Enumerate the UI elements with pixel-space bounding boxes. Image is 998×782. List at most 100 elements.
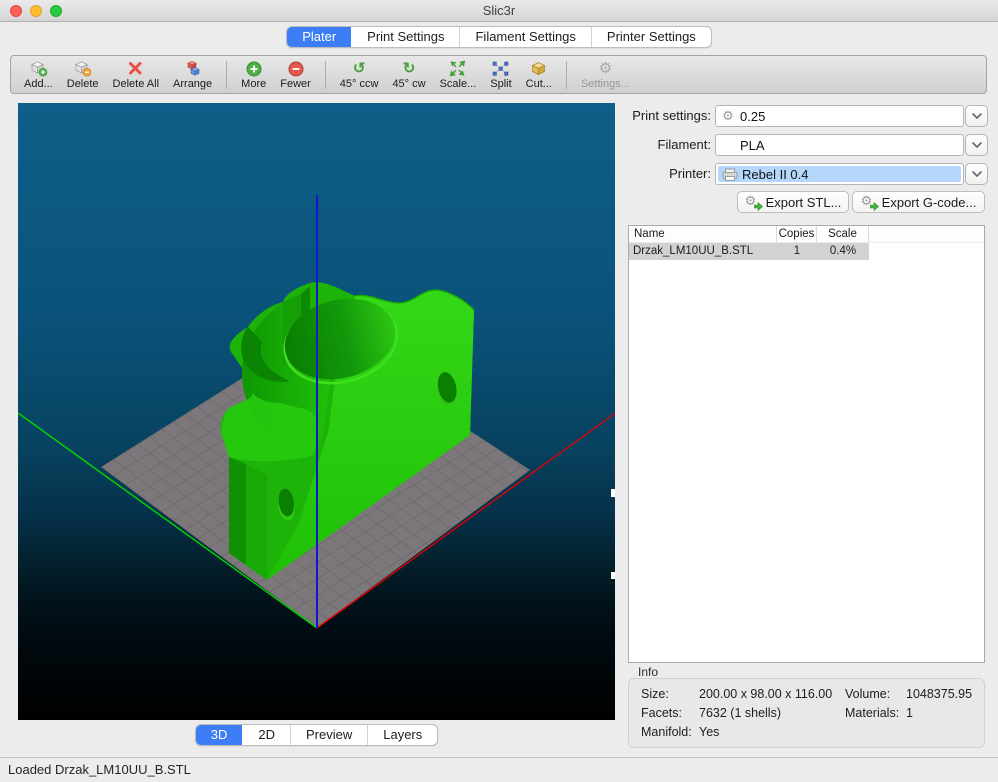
print-settings-label: Print settings: <box>600 105 711 127</box>
object-name-cell: Drzak_LM10UU_B.STL <box>629 243 777 260</box>
more-button-label: More <box>241 78 266 90</box>
rotate-ccw-button[interactable]: ↺ 45° ccw <box>333 57 386 93</box>
view-tab-preview[interactable]: Preview <box>290 725 367 745</box>
delete-all-button[interactable]: Delete All <box>106 57 166 93</box>
gear-icon: ⚙ <box>716 108 740 124</box>
delete-button-label: Delete <box>67 78 99 90</box>
split-button[interactable]: Split <box>483 57 518 93</box>
arrange-button[interactable]: Arrange <box>166 57 219 93</box>
column-header-name[interactable]: Name <box>629 226 777 242</box>
info-box: Size: 200.00 x 98.00 x 116.00 Volume: 10… <box>628 678 985 748</box>
settings-button-label: Settings... <box>581 78 630 90</box>
delete-all-button-label: Delete All <box>113 78 159 90</box>
tab-plater[interactable]: Plater <box>287 27 351 47</box>
axis-tick-mark <box>611 489 615 497</box>
object-copies-cell: 1 <box>777 243 817 260</box>
view-tab-2d[interactable]: 2D <box>242 725 290 745</box>
chevron-down-icon <box>972 142 982 148</box>
export-stl-icon: ⚙ <box>745 195 761 210</box>
add-object-icon <box>29 60 48 78</box>
column-header-scale[interactable]: Scale <box>817 226 869 242</box>
tab-printer-settings[interactable]: Printer Settings <box>591 27 711 47</box>
printer-label: Printer: <box>600 163 711 185</box>
manifold-label: Manifold: <box>641 725 692 739</box>
printer-selection-highlight: Rebel II 0.4 <box>718 166 961 182</box>
scale-button[interactable]: Scale... <box>433 57 484 93</box>
add-button[interactable]: Add... <box>17 57 60 93</box>
size-label: Size: <box>641 687 669 701</box>
zoom-window-button[interactable] <box>50 5 62 17</box>
3d-viewport-canvas[interactable] <box>18 103 615 720</box>
split-icon <box>491 60 510 78</box>
chevron-down-icon <box>972 171 982 177</box>
export-gcode-label: Export G-code... <box>882 195 977 210</box>
plater-toolbar: Add... Delete Delete All Arrange More Fe… <box>10 55 987 94</box>
window-title: Slic3r <box>0 0 998 22</box>
cut-icon <box>529 60 548 78</box>
scale-icon <box>448 60 467 78</box>
materials-value: 1 <box>906 706 913 720</box>
settings-button[interactable]: ⚙ Settings... <box>574 57 637 93</box>
facets-label: Facets: <box>641 706 682 720</box>
filament-combobox[interactable]: PLA <box>715 134 964 156</box>
export-gcode-button[interactable]: ⚙ Export G-code... <box>852 191 985 213</box>
rotate-ccw-label: 45° ccw <box>340 78 379 90</box>
delete-object-icon <box>73 60 92 78</box>
tab-filament-settings[interactable]: Filament Settings <box>459 27 590 47</box>
more-button[interactable]: More <box>234 57 273 93</box>
print-settings-value: 0.25 <box>740 109 765 124</box>
delete-all-icon <box>126 60 145 78</box>
export-stl-label: Export STL... <box>766 195 842 210</box>
titlebar: Slic3r <box>0 0 998 22</box>
axis-tick-mark <box>611 572 615 579</box>
delete-button[interactable]: Delete <box>60 57 106 93</box>
column-header-copies[interactable]: Copies <box>777 226 817 242</box>
filament-dropdown-button[interactable] <box>965 134 988 156</box>
print-settings-combobox[interactable]: ⚙ 0.25 <box>715 105 964 127</box>
toolbar-separator <box>226 61 227 89</box>
arrange-icon <box>183 60 202 78</box>
export-stl-button[interactable]: ⚙ Export STL... <box>737 191 849 213</box>
facets-value: 7632 (1 shells) <box>699 706 781 720</box>
toolbar-separator <box>566 61 567 89</box>
table-row[interactable]: Drzak_LM10UU_B.STL 1 0.4% <box>629 243 869 260</box>
fewer-copies-icon <box>287 60 305 78</box>
view-mode-tabs: 3D 2D Preview Layers <box>18 724 615 746</box>
cut-button-label: Cut... <box>526 78 552 90</box>
rotate-cw-label: 45° cw <box>392 78 425 90</box>
object-list-table: Name Copies Scale Drzak_LM10UU_B.STL 1 0… <box>628 225 985 663</box>
settings-gear-icon: ⚙ <box>599 60 612 78</box>
status-bar: Loaded Drzak_LM10UU_B.STL <box>0 757 998 782</box>
main-tabs: Plater Print Settings Filament Settings … <box>0 26 998 48</box>
toolbar-separator <box>325 61 326 89</box>
printer-value: Rebel II 0.4 <box>742 167 809 182</box>
volume-value: 1048375.95 <box>906 687 972 701</box>
cut-button[interactable]: Cut... <box>519 57 559 93</box>
scale-button-label: Scale... <box>440 78 477 90</box>
rotate-cw-button[interactable]: ↻ 45° cw <box>385 57 432 93</box>
window-controls <box>10 5 62 17</box>
info-section-title: Info <box>638 665 658 679</box>
minimize-window-button[interactable] <box>30 5 42 17</box>
add-button-label: Add... <box>24 78 53 90</box>
status-message: Loaded Drzak_LM10UU_B.STL <box>8 762 191 777</box>
close-window-button[interactable] <box>10 5 22 17</box>
arrange-button-label: Arrange <box>173 78 212 90</box>
print-settings-dropdown-button[interactable] <box>965 105 988 127</box>
chevron-down-icon <box>972 113 982 119</box>
rotate-ccw-icon: ↺ <box>353 60 366 78</box>
3d-scene <box>18 103 615 720</box>
rotate-cw-icon: ↻ <box>403 60 416 78</box>
printer-combobox[interactable]: Rebel II 0.4 <box>715 163 964 185</box>
printer-dropdown-button[interactable] <box>965 163 988 185</box>
fewer-button[interactable]: Fewer <box>273 57 318 93</box>
filament-value: PLA <box>740 138 765 153</box>
export-gcode-icon: ⚙ <box>861 195 877 210</box>
split-button-label: Split <box>490 78 511 90</box>
tab-print-settings[interactable]: Print Settings <box>351 27 459 47</box>
filament-label: Filament: <box>600 134 711 156</box>
view-tab-3d[interactable]: 3D <box>196 725 243 745</box>
view-tab-layers[interactable]: Layers <box>367 725 437 745</box>
object-scale-cell: 0.4% <box>817 243 869 260</box>
volume-label: Volume: <box>845 687 890 701</box>
